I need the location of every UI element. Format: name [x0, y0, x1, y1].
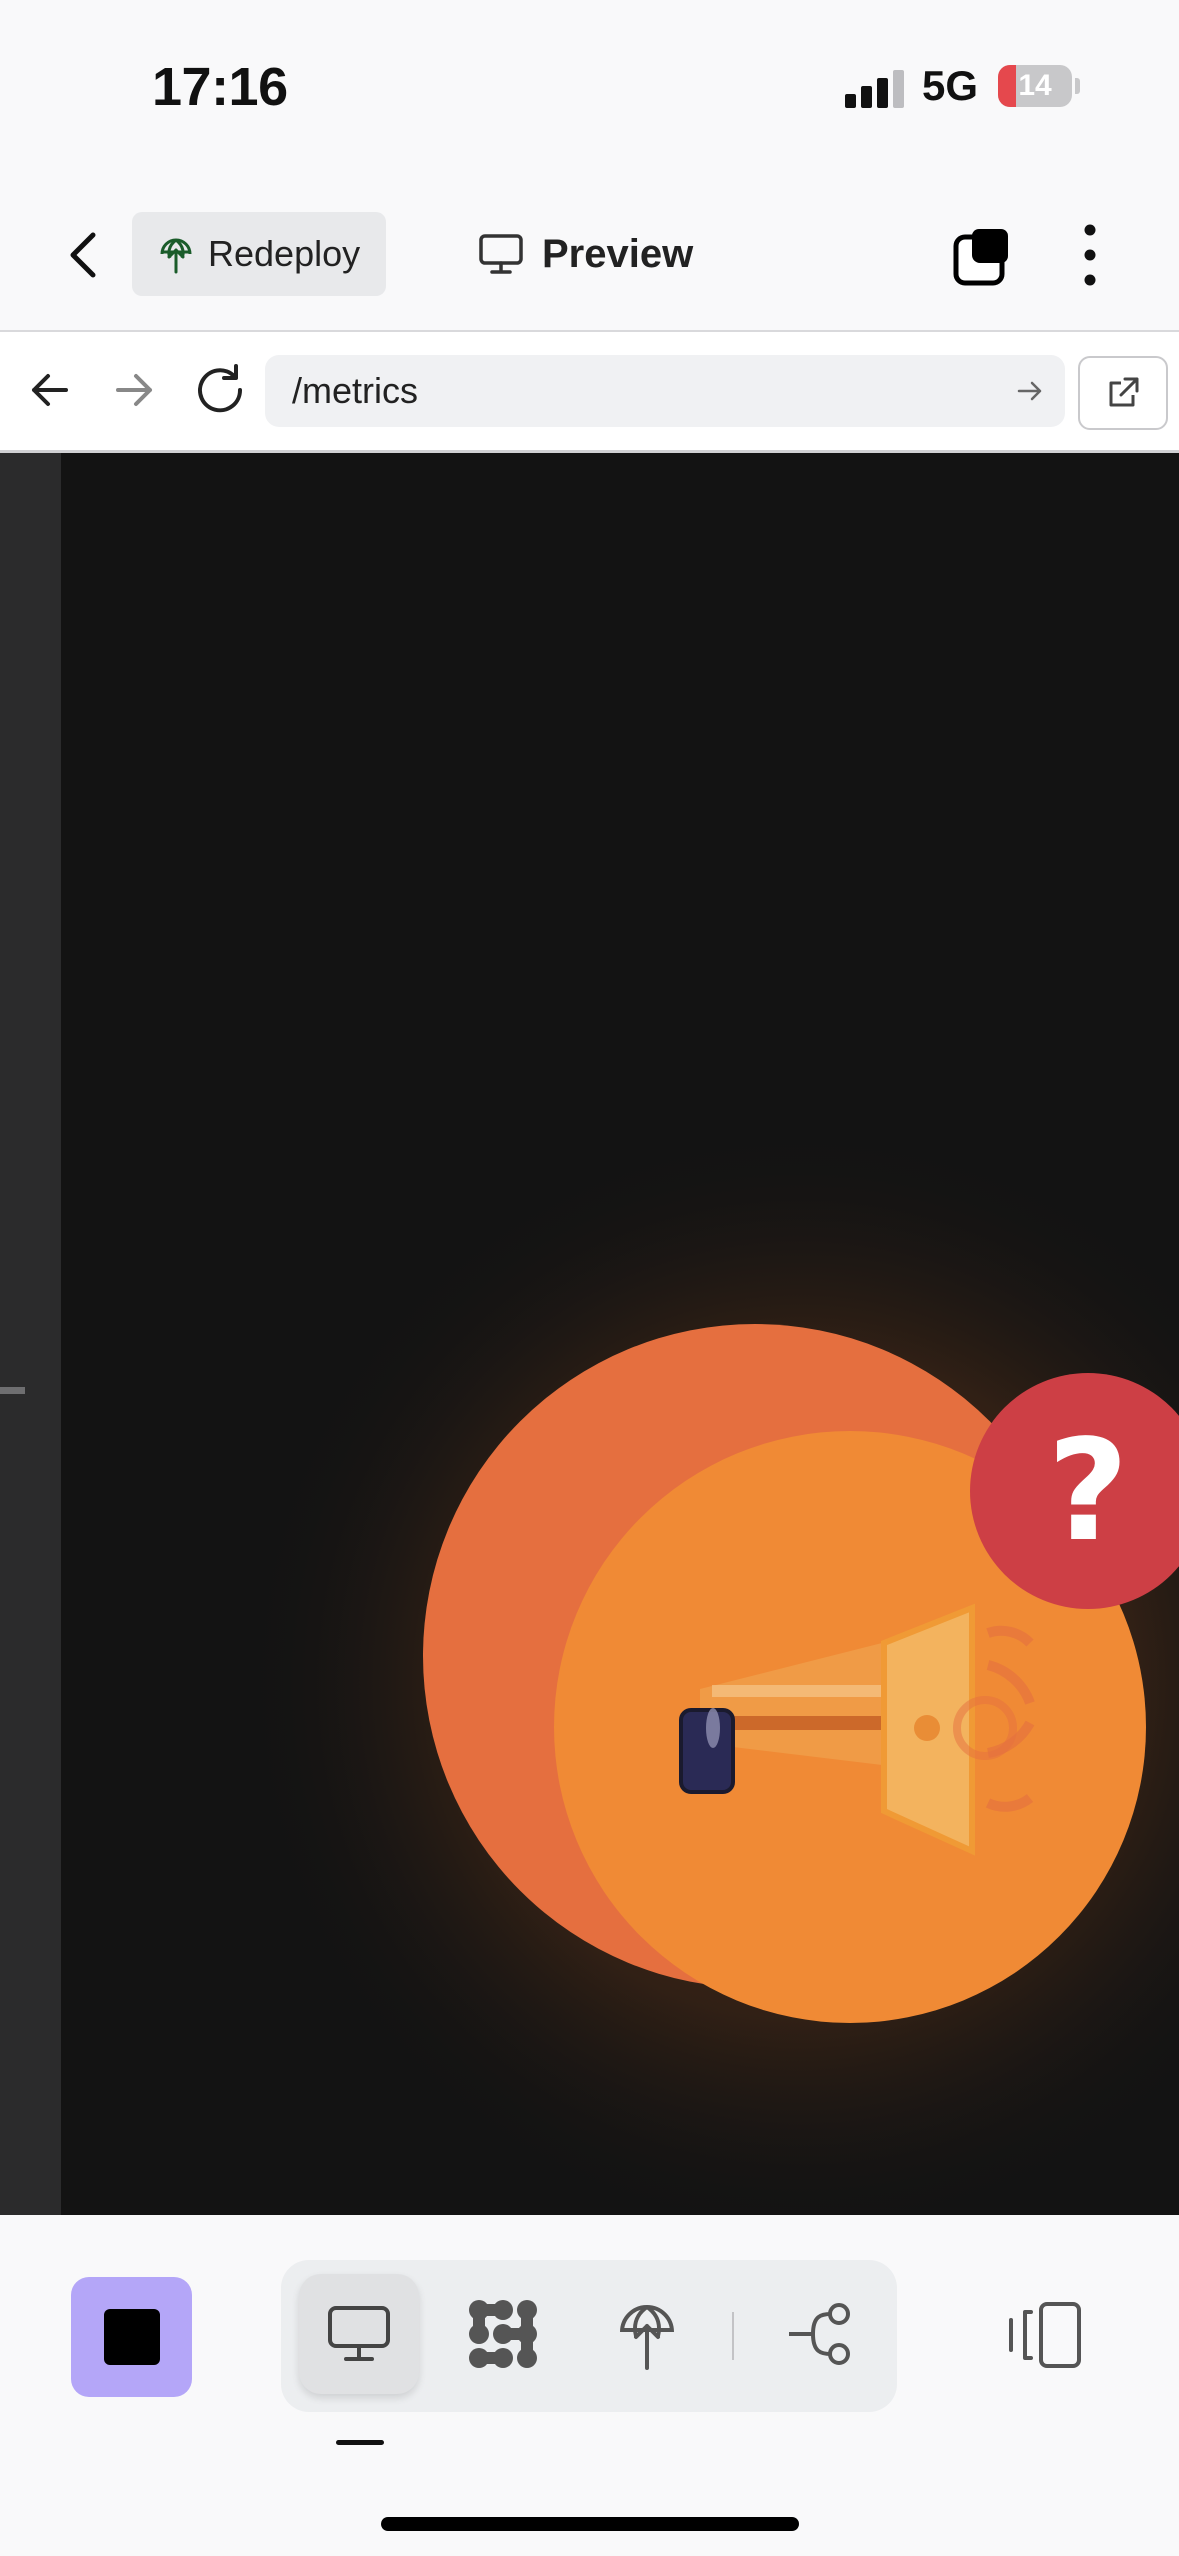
external-link-icon	[1109, 377, 1139, 407]
monitor-icon	[479, 234, 523, 274]
browser-back-button[interactable]	[22, 362, 78, 418]
battery-level: 14	[1018, 69, 1052, 102]
globe-upload-icon	[620, 2305, 674, 2370]
go-arrow-icon[interactable]	[1015, 376, 1045, 406]
active-tab-indicator	[336, 2440, 384, 2445]
preview-canvas[interactable]: ?	[0, 453, 1179, 2215]
panel-toggle-icon	[1009, 2302, 1081, 2368]
megaphone-illustration	[240, 1123, 1179, 2215]
bottom-bar	[0, 2215, 1179, 2556]
browser-forward-button[interactable]	[106, 362, 162, 418]
network-label: 5G	[922, 62, 979, 109]
chevron-left-icon	[70, 232, 96, 278]
battery-icon: 14	[998, 65, 1072, 107]
open-external-button[interactable]	[1078, 356, 1168, 430]
url-text[interactable]: /metrics	[292, 370, 1015, 412]
divider	[732, 2312, 734, 2360]
tab-git[interactable]	[760, 2274, 880, 2394]
tab-preview[interactable]	[299, 2274, 419, 2394]
reload-button[interactable]	[190, 360, 250, 420]
stacked-squares-icon[interactable]	[950, 225, 1014, 289]
stop-icon	[103, 2309, 160, 2365]
arrow-left-icon	[32, 374, 68, 406]
reload-icon	[198, 364, 243, 413]
signal-icon	[845, 68, 905, 108]
app-toolbar: Redeploy Preview	[0, 175, 1179, 332]
panel-toggle-button[interactable]	[1005, 2290, 1085, 2380]
preview-label: Preview	[542, 231, 694, 276]
url-input[interactable]: /metrics	[265, 355, 1065, 427]
tab-agents[interactable]	[443, 2274, 563, 2394]
redeploy-button[interactable]: Redeploy	[132, 212, 386, 296]
view-switcher	[281, 2260, 897, 2412]
home-indicator[interactable]	[381, 2517, 799, 2531]
status-bar: 17:16 5G 14	[0, 0, 1179, 175]
globe-upload-icon	[160, 238, 192, 274]
tab-deploy[interactable]	[587, 2274, 707, 2394]
back-button[interactable]	[55, 225, 115, 285]
arrow-right-icon	[116, 374, 152, 406]
preview-button[interactable]: Preview	[478, 212, 693, 296]
branch-icon	[789, 2303, 850, 2365]
more-options-button[interactable]	[1070, 220, 1110, 290]
vertical-ellipsis-icon	[1084, 224, 1096, 286]
monitor-icon	[328, 2306, 390, 2361]
redeploy-label: Redeploy	[208, 233, 361, 274]
clock: 17:16	[152, 57, 288, 117]
agents-icon	[469, 2300, 537, 2368]
browser-bar: /metrics	[0, 332, 1179, 453]
stop-button[interactable]	[71, 2277, 192, 2397]
